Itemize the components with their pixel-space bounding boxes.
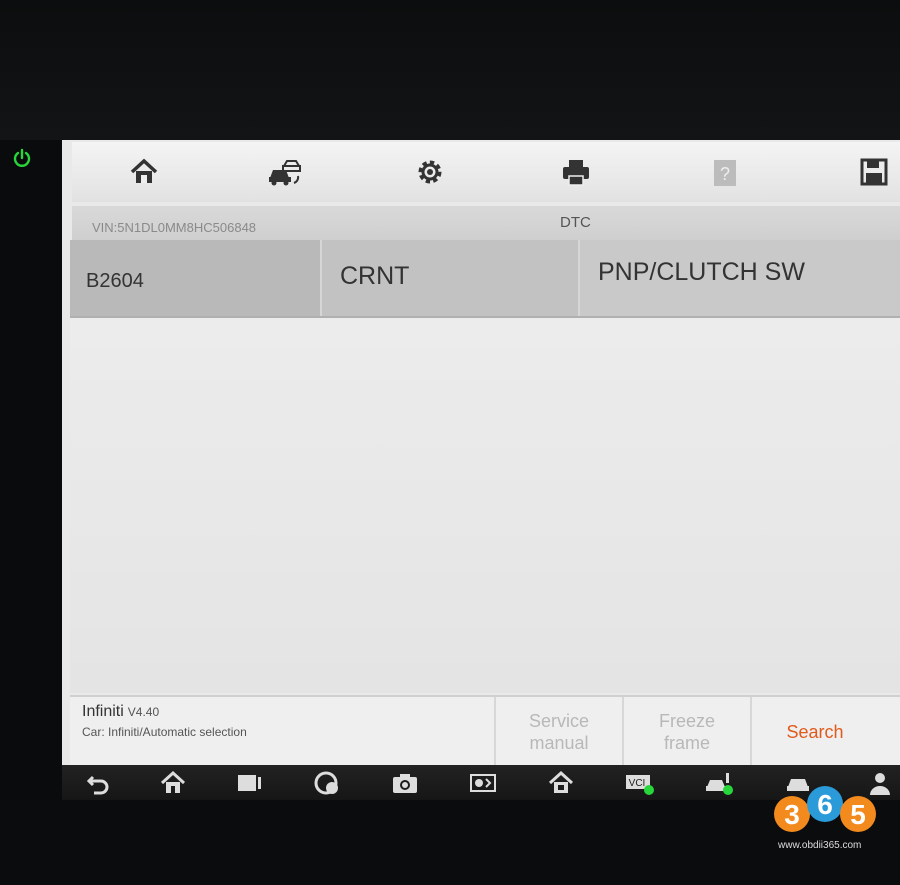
camera-icon[interactable] bbox=[390, 769, 420, 797]
top-toolbar: ? bbox=[72, 142, 900, 202]
device-bezel-bottom bbox=[0, 800, 900, 885]
dtc-row[interactable]: B2604 CRNT PNP/CLUTCH SW bbox=[70, 240, 900, 318]
page-title: DTC bbox=[560, 214, 591, 231]
svg-text:3: 3 bbox=[784, 799, 800, 830]
dtc-description: PNP/CLUTCH SW bbox=[598, 258, 805, 286]
svg-text:?: ? bbox=[720, 164, 730, 184]
search-button[interactable]: Search bbox=[750, 697, 878, 767]
printer-icon[interactable] bbox=[556, 152, 596, 192]
dtc-list-area bbox=[70, 318, 900, 693]
device-screen: ? VIN:5N1DL0MM8HC506848 DTC B2604 CRNT P… bbox=[62, 140, 900, 800]
dtc-status: CRNT bbox=[340, 262, 410, 290]
home-icon[interactable] bbox=[124, 152, 164, 192]
recent-apps-icon[interactable] bbox=[234, 769, 264, 797]
software-version: V4.40 bbox=[127, 705, 160, 719]
gear-icon[interactable] bbox=[410, 152, 450, 192]
help-icon: ? bbox=[704, 152, 744, 192]
diagnostic-home-icon[interactable] bbox=[546, 769, 576, 797]
device-bezel-top bbox=[0, 0, 900, 140]
dtc-code: B2604 bbox=[86, 270, 144, 292]
svg-text:VCI: VCI bbox=[629, 778, 646, 789]
watermark-site: www.obdii365.com bbox=[778, 840, 862, 851]
svg-text:5: 5 bbox=[850, 799, 866, 830]
dtc-description-cell: PNP/CLUTCH SW bbox=[580, 240, 900, 316]
car-selection: Car: Infiniti/Automatic selection bbox=[82, 725, 247, 739]
save-icon[interactable] bbox=[854, 152, 894, 192]
home-nav-icon[interactable] bbox=[158, 769, 188, 797]
power-icon[interactable] bbox=[12, 148, 32, 168]
service-manual-button[interactable]: Service manual bbox=[494, 697, 622, 767]
back-icon[interactable] bbox=[84, 769, 114, 797]
vehicle-swap-icon[interactable] bbox=[264, 152, 304, 192]
info-bar: VIN:5N1DL0MM8HC506848 DTC bbox=[72, 206, 900, 240]
vin-label: VIN:5N1DL0MM8HC506848 bbox=[92, 220, 257, 235]
vehicle-connection-icon[interactable] bbox=[704, 769, 734, 797]
browser-icon[interactable] bbox=[312, 769, 342, 797]
make-label: Infiniti bbox=[82, 703, 124, 720]
dtc-code-cell: B2604 bbox=[70, 240, 322, 316]
freeze-frame-button[interactable]: Freeze frame bbox=[622, 697, 750, 767]
svg-text:6: 6 bbox=[817, 789, 833, 820]
dtc-status-cell: CRNT bbox=[322, 240, 580, 316]
display-sound-icon[interactable] bbox=[468, 769, 498, 797]
function-bar: Infiniti V4.40 Car: Infiniti/Automatic se… bbox=[70, 695, 900, 767]
vehicle-make: Infiniti V4.40 bbox=[82, 703, 159, 721]
vci-status-icon[interactable]: VCI bbox=[624, 769, 654, 797]
